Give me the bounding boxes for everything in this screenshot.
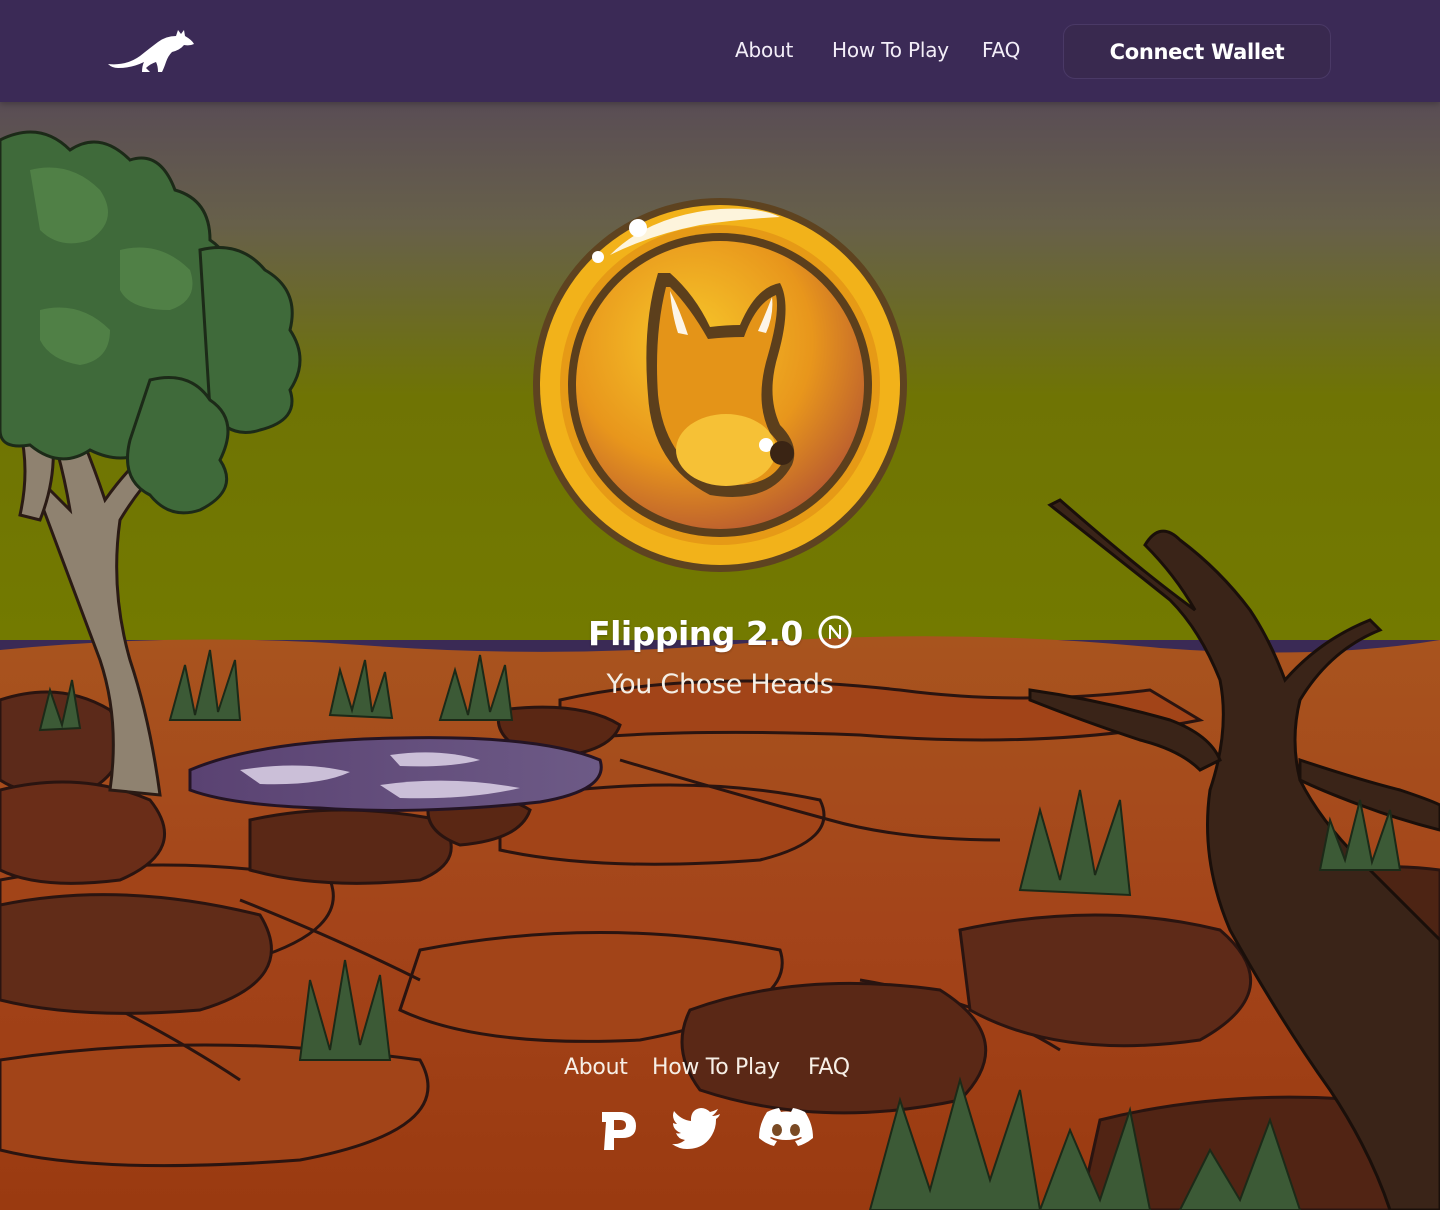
footer-faq-link[interactable]: FAQ (808, 1055, 850, 1080)
flip-status-text: You Chose Heads (606, 669, 834, 700)
nav-how-to-play-link[interactable]: How To Play (832, 38, 949, 62)
connect-wallet-button[interactable]: Connect Wallet (1063, 24, 1331, 79)
footer-about-link[interactable]: About (564, 1055, 628, 1080)
near-icon (818, 615, 852, 648)
top-navbar: About How To Play FAQ Connect Wallet (0, 0, 1440, 102)
flip-title: Flipping 2.0 (588, 614, 803, 653)
footer-how-to-play-link[interactable]: How To Play (652, 1055, 780, 1080)
twitter-icon[interactable] (672, 1108, 722, 1152)
kangaroo-coin-icon (533, 198, 907, 572)
discord-icon[interactable] (758, 1108, 814, 1152)
nav-faq-link[interactable]: FAQ (982, 38, 1020, 62)
paras-icon[interactable] (598, 1108, 638, 1154)
outback-background (0, 0, 1440, 1210)
kangaroo-logo-icon[interactable] (106, 26, 198, 76)
flip-title-row: Flipping 2.0 (0, 614, 1440, 653)
nav-about-link[interactable]: About (735, 38, 793, 62)
